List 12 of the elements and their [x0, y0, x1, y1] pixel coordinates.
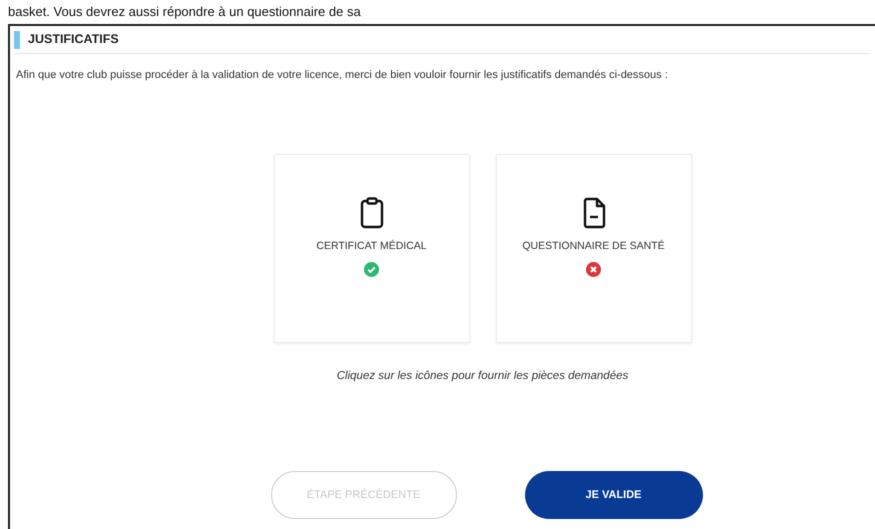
document-card[interactable]: CERTIFICAT MÉDICAL: [274, 154, 470, 342]
accent-bar: [14, 30, 20, 48]
document-icon: [582, 196, 606, 228]
validate-button[interactable]: JE VALIDE: [524, 470, 702, 519]
section-title: JUSTIFICATIFS: [28, 31, 119, 48]
top-text: basket. Vous devrez aussi répondre à un questionnaire de sa: [7, 4, 361, 20]
clipboard-icon: [360, 196, 384, 228]
intro-text: Afin que votre club puisse procéder à la validation de votre licence, merci de bien vouloir fournir les justificatifs demandés ci-dessous :: [15, 68, 669, 83]
document-label: QUESTIONNAIRE DE SANTÉ: [522, 238, 665, 254]
hint-text: Cliquez sur les icônes pour fournir les pièces demandées: [336, 368, 630, 384]
document-label: CERTIFICAT MÉDICAL: [316, 238, 427, 254]
document-card[interactable]: QUESTIONNAIRE DE SANTÉ: [496, 154, 692, 342]
